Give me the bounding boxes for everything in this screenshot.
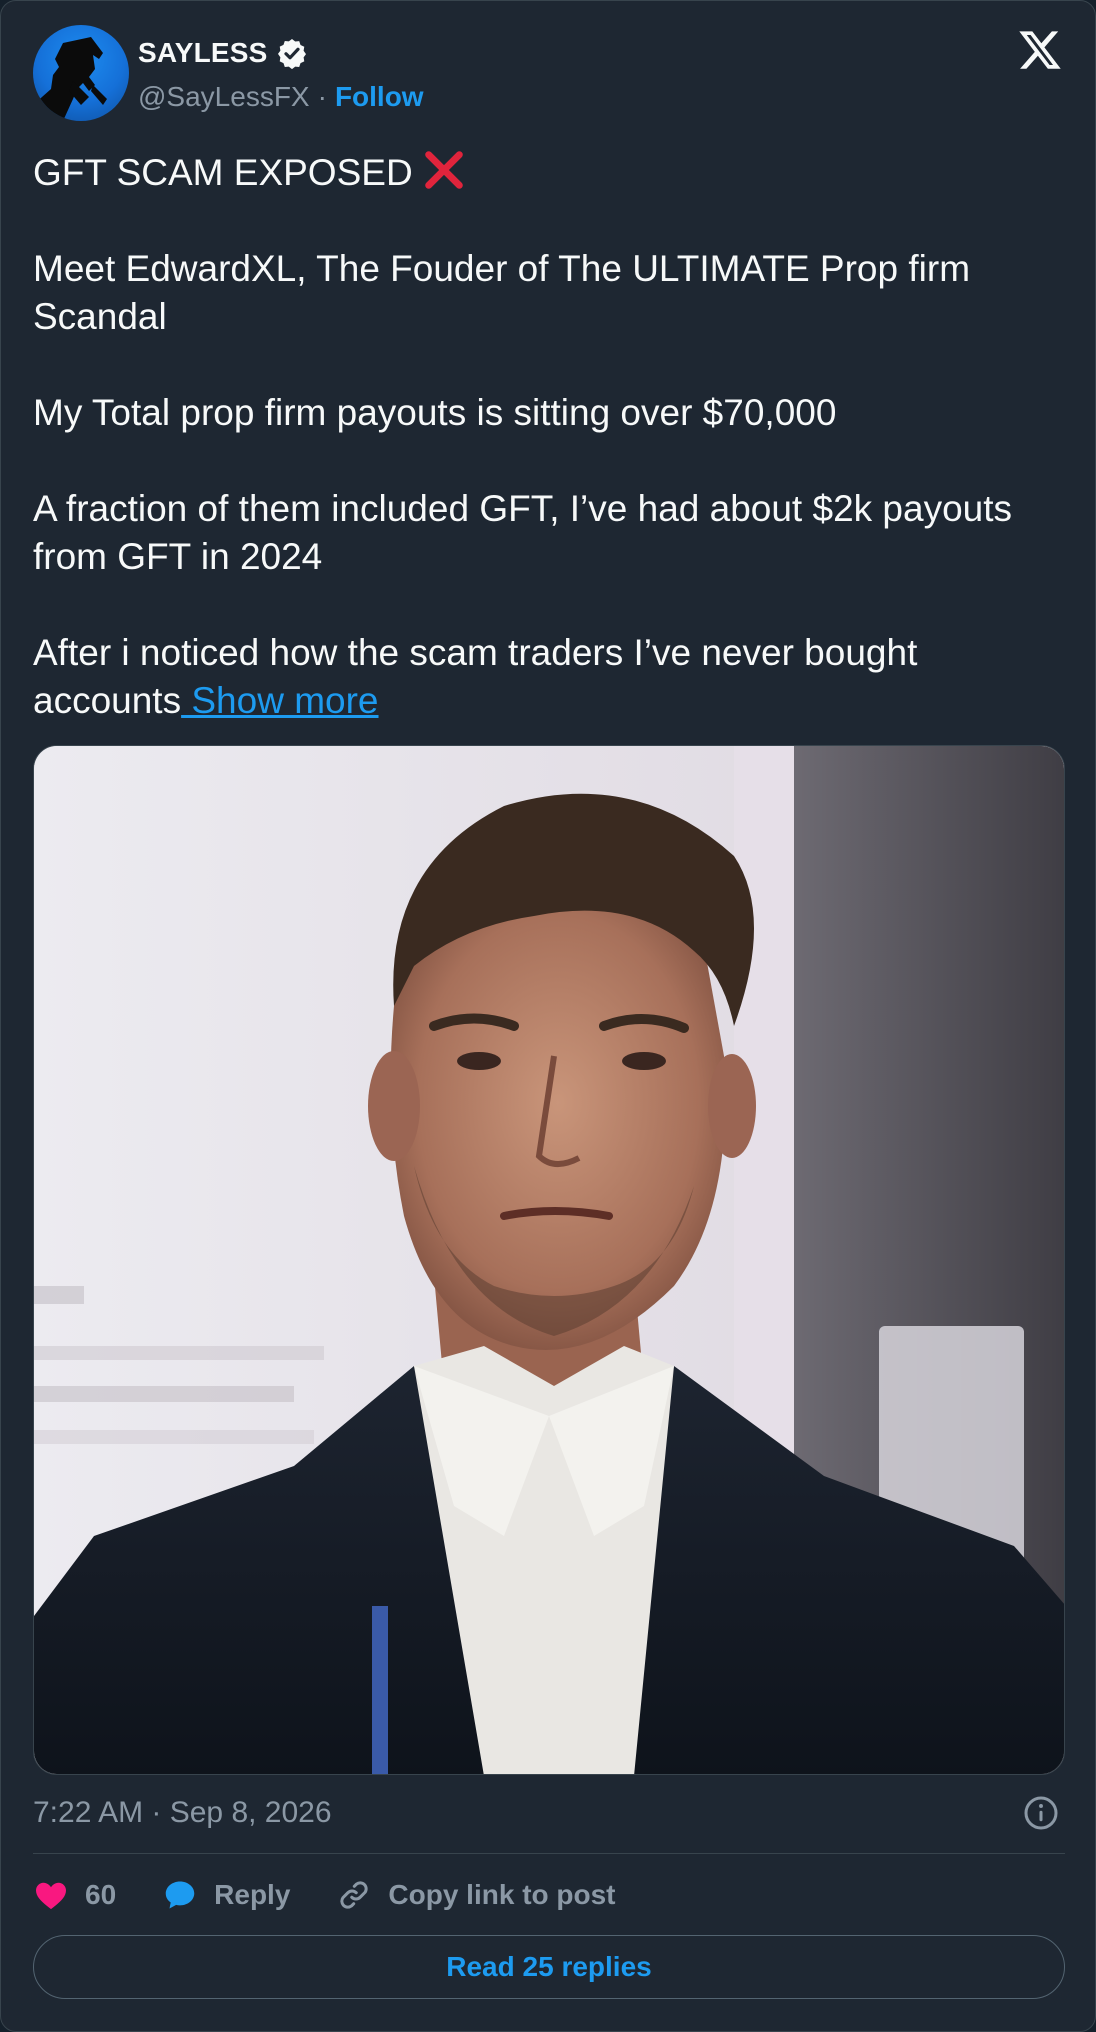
separator-dot: · — [317, 81, 327, 112]
reply-label: Reply — [214, 1879, 291, 1910]
tweet-paragraph-5-text: After i noticed how the scam traders I’v… — [33, 632, 918, 721]
tweet-card: SAYLESS @SayLessFX · Follow GFT SCAM EXP… — [0, 0, 1096, 2032]
reply-button[interactable]: Reply — [162, 1877, 290, 1913]
tweet-headline: GFT SCAM EXPOSED — [33, 152, 413, 193]
read-replies-button[interactable]: Read 25 replies — [33, 1935, 1065, 1999]
tweet-text: GFT SCAM EXPOSED Meet EdwardXL, The Foud… — [33, 147, 1063, 725]
tweet-paragraph-5: After i noticed how the scam traders I’v… — [33, 629, 1063, 725]
tweet-paragraph-4: A fraction of them included GFT, I’ve ha… — [33, 488, 1013, 577]
tweet-line-1: GFT SCAM EXPOSED — [33, 147, 1063, 197]
portrait-photo-image — [34, 746, 1064, 1774]
heart-icon — [36, 1882, 66, 1910]
tweet-paragraph-3: My Total prop firm payouts is sitting ov… — [33, 392, 837, 433]
show-more-link[interactable]: Show more — [181, 680, 378, 721]
author-name-row: SAYLESS — [138, 33, 308, 73]
tweet-timestamp[interactable]: 7:22 AM · Sep 8, 2026 — [33, 1791, 332, 1835]
info-icon[interactable] — [1023, 1795, 1059, 1831]
verified-badge-icon — [276, 37, 308, 70]
x-logo-icon[interactable] — [1017, 27, 1063, 73]
cross-mark-icon — [421, 147, 467, 193]
author-handle-row: @SayLessFX · Follow — [138, 77, 424, 117]
like-button[interactable]: 60 — [33, 1877, 116, 1913]
author-handle[interactable]: @SayLessFX — [138, 81, 310, 113]
follow-button[interactable]: Follow — [335, 81, 424, 113]
avatar[interactable] — [33, 25, 129, 121]
tweet-paragraph-2: Meet EdwardXL, The Fouder of The ULTIMAT… — [33, 248, 971, 337]
tweet-actions: 60 Reply Copy link to post — [33, 1871, 662, 1919]
copy-link-button[interactable]: Copy link to post — [336, 1877, 616, 1913]
copy-link-label: Copy link to post — [388, 1879, 616, 1910]
author-display-name[interactable]: SAYLESS — [138, 37, 268, 69]
reply-bubble-icon — [165, 1881, 195, 1909]
like-count: 60 — [85, 1879, 117, 1910]
avatar-silhouette-icon — [33, 37, 107, 121]
divider — [33, 1853, 1065, 1854]
link-icon — [340, 1881, 369, 1909]
tweet-photo[interactable] — [33, 745, 1065, 1775]
